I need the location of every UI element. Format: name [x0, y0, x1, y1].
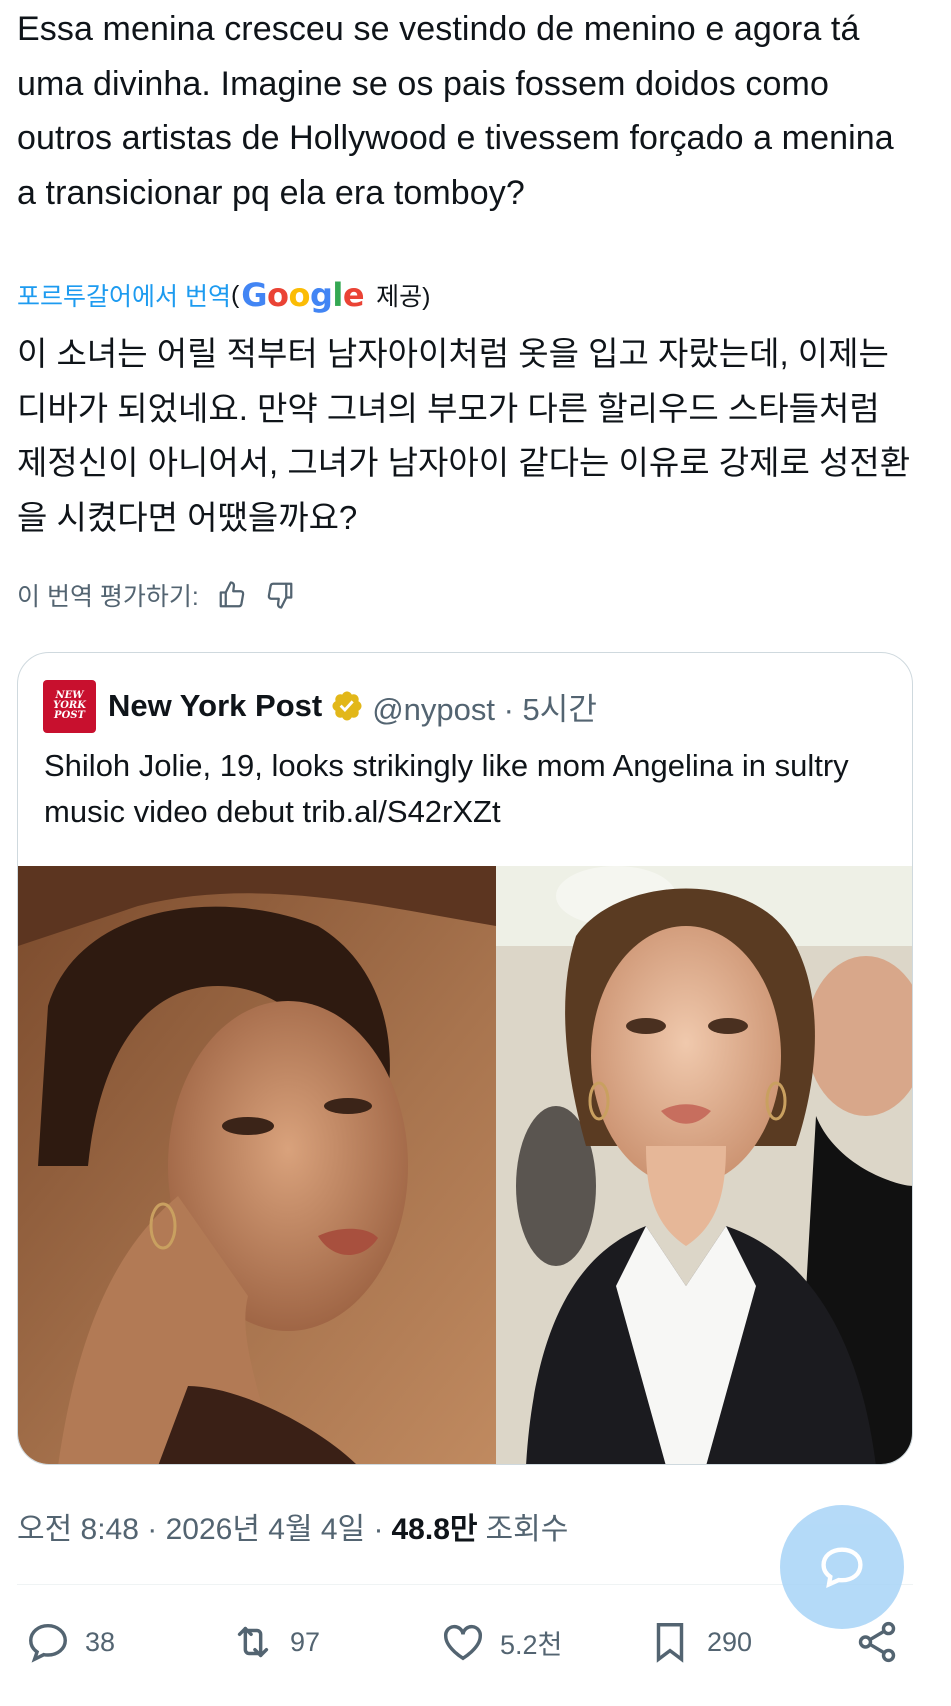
views-label: 조회수: [485, 1513, 569, 1546]
paren-open: (: [230, 280, 240, 309]
heart-icon: [444, 1624, 482, 1661]
photo-left: [18, 866, 496, 1464]
tweet-text: Essa menina cresceu se vestindo de menin…: [17, 10, 894, 212]
retweet-button[interactable]: 97: [230, 1612, 320, 1672]
thumbs-down-icon[interactable]: [265, 580, 295, 610]
chat-bubble-icon: [821, 1547, 863, 1588]
bookmark-button[interactable]: 290: [647, 1612, 752, 1672]
like-count: 5.2천: [500, 1629, 563, 1660]
divider: [17, 1584, 913, 1585]
tweet-timestamp[interactable]: 오전 8:48 · 2026년 4월 4일 ·: [17, 1504, 384, 1548]
google-logo: Google: [241, 276, 365, 314]
translated-from-link[interactable]: 포르투갈어에서 번역: [17, 277, 231, 313]
bookmark-count: 290: [707, 1626, 753, 1657]
views-count: 48.8만: [391, 1513, 478, 1546]
reply-count: 38: [85, 1626, 116, 1657]
provided-label: 제공): [376, 283, 431, 311]
photo-right: [496, 866, 912, 1464]
floating-reply-button[interactable]: [780, 1505, 904, 1629]
reply-button[interactable]: 38: [25, 1612, 115, 1672]
quote-author-name[interactable]: New York Post: [108, 688, 322, 724]
like-button[interactable]: 5.2천: [440, 1612, 562, 1672]
thumbs-up-icon[interactable]: [217, 580, 247, 610]
translation-attribution: 포르투갈어에서 번역 ( Google 제공): [17, 275, 430, 315]
reply-icon: [29, 1623, 67, 1663]
nypost-avatar[interactable]: NEW YORK POST: [43, 679, 96, 733]
quote-header: NEW YORK POST New York Post @nypost · 5시…: [43, 679, 597, 733]
rate-translation: 이 번역 평가하기:: [17, 573, 295, 617]
quote-media[interactable]: [18, 866, 912, 1464]
bookmark-icon: [656, 1623, 684, 1663]
rate-translation-label: 이 번역 평가하기:: [17, 583, 199, 611]
retweet-icon: [237, 1626, 269, 1658]
action-bar: 38 97 5.2천 290: [0, 1612, 951, 1672]
translated-text: 이 소녀는 어릴 적부터 남자아이처럼 옷을 입고 자랐는데, 이제는 디바가 …: [17, 335, 911, 536]
retweet-count: 97: [290, 1626, 321, 1657]
quote-handle-time: @nypost · 5시간: [372, 691, 597, 727]
verified-badge-icon: [332, 691, 362, 721]
tweet-meta: 오전 8:48 · 2026년 4월 4일 · 48.8만 조회수: [17, 1503, 568, 1549]
quote-text: Shiloh Jolie, 19, looks strikingly like …: [44, 748, 849, 829]
quote-tweet-card[interactable]: NEW YORK POST New York Post @nypost · 5시…: [17, 652, 913, 1465]
